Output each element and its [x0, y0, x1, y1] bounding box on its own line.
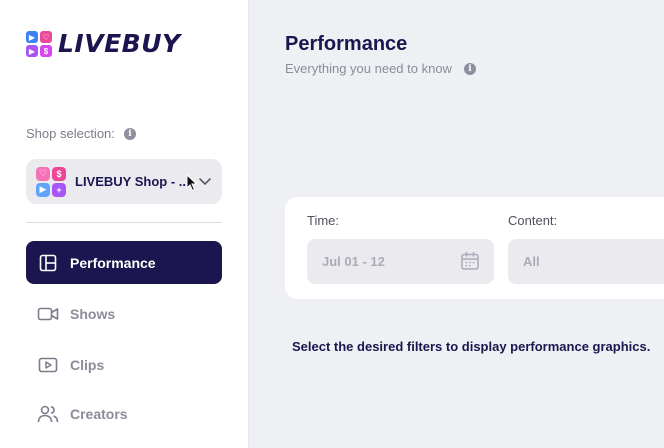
sidebar-item-label: Clips: [70, 356, 105, 373]
content-select-value: All: [523, 254, 540, 269]
sidebar-item-label: Shows: [70, 305, 116, 322]
calendar-icon: [461, 251, 479, 270]
sidebar-item-creators[interactable]: Creators: [26, 392, 222, 435]
sidebar-item-label: Performance: [70, 254, 156, 271]
page-subtitle-text: Everything you need to know: [285, 61, 452, 76]
sidebar-item-shows[interactable]: Shows: [26, 292, 222, 335]
brand-name: LIVEBUY: [58, 29, 181, 58]
users-icon: [37, 403, 59, 425]
shop-selection-label: Shop selection: i: [26, 126, 136, 141]
play-icon: [37, 354, 59, 376]
page-subtitle: Everything you need to know i: [285, 61, 476, 76]
sidebar-item-clips[interactable]: Clips: [26, 343, 222, 386]
empty-state-message: Select the desired filters to display pe…: [292, 339, 651, 354]
shop-avatar: ♡ $ ▶ +: [36, 166, 66, 197]
filter-card: Time: Jul 01 - 12 Content: All: [285, 197, 664, 299]
date-range-value: Jul 01 - 12: [322, 254, 385, 269]
content-filter-label: Content:: [508, 213, 558, 228]
shop-selection-text: Shop selection:: [26, 126, 115, 141]
video-camera-icon: [37, 303, 59, 325]
info-icon[interactable]: i: [123, 127, 136, 140]
chevron-down-icon: [199, 178, 211, 185]
livebuy-logo[interactable]: ▶ ♡ ▶ $ LIVEBUY: [26, 31, 181, 57]
sidebar-item-performance[interactable]: Performance: [26, 241, 222, 284]
shop-name: LIVEBUY Shop - ...: [75, 174, 190, 189]
content-select[interactable]: All: [508, 239, 664, 284]
time-filter-label: Time:: [307, 213, 340, 228]
page-title: Performance: [285, 33, 408, 55]
info-icon[interactable]: i: [463, 62, 476, 75]
layout-icon: [37, 252, 59, 274]
mouse-cursor-icon: [186, 174, 198, 192]
sidebar-divider: [26, 222, 222, 223]
sidebar-item-label: Creators: [70, 405, 128, 422]
sidebar: ▶ ♡ ▶ $ LIVEBUY Shop selection: i ♡ $ ▶ …: [0, 0, 249, 448]
logo-mark-icon: ▶ ♡ ▶ $: [26, 31, 52, 57]
date-range-picker[interactable]: Jul 01 - 12: [307, 239, 494, 284]
